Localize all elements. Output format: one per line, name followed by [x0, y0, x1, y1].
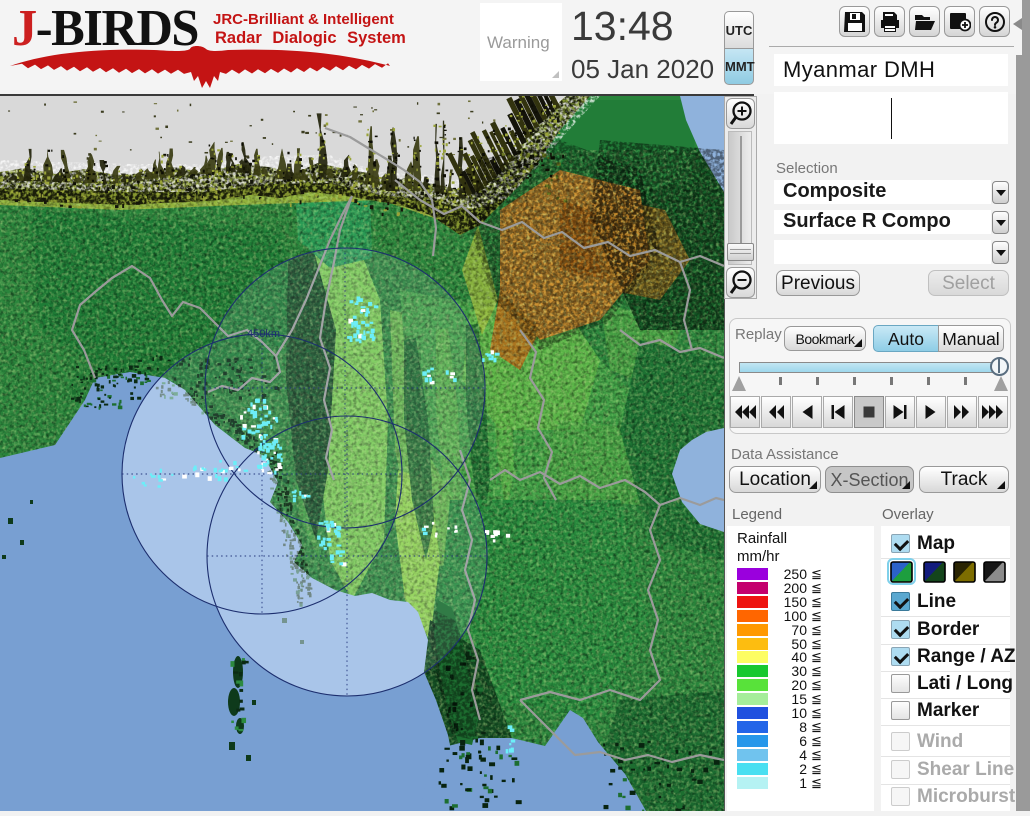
svg-text:450km: 450km [247, 328, 280, 340]
